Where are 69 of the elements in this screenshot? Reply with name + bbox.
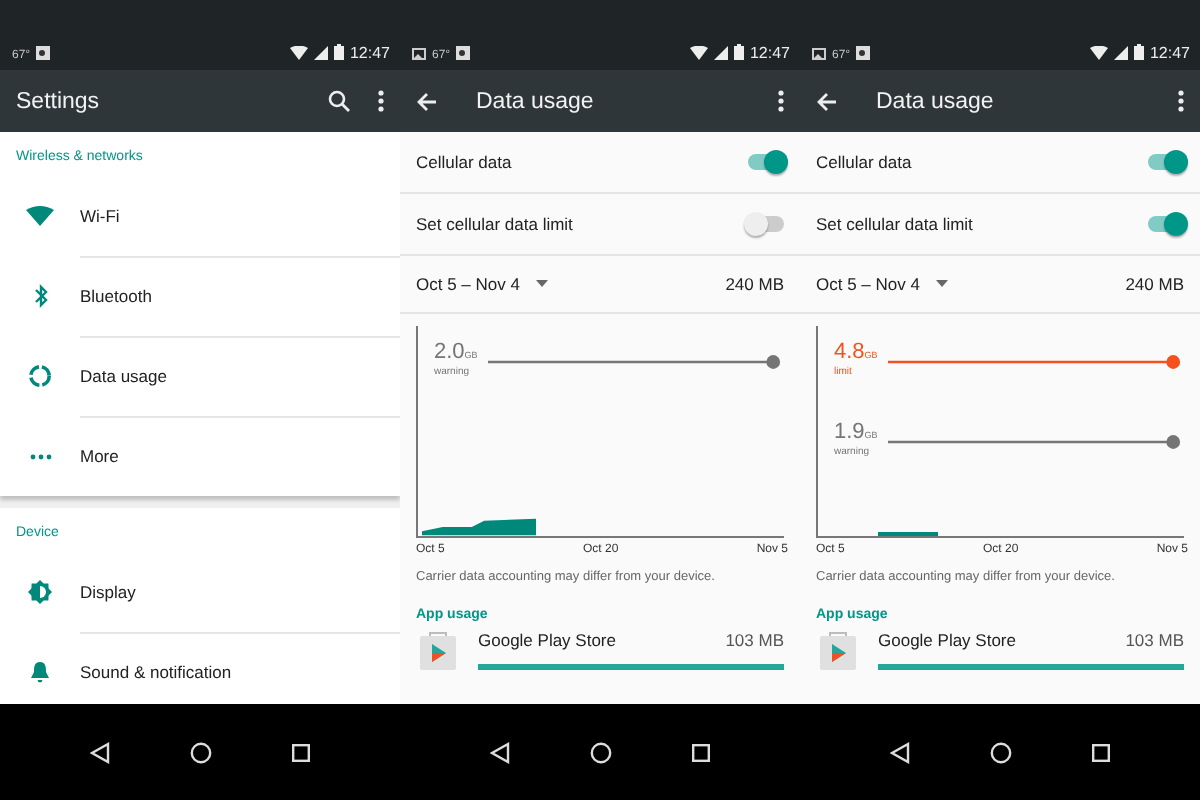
settings-item[interactable]: Sound & notification xyxy=(0,632,400,704)
signal-icon xyxy=(313,46,328,60)
bell-icon xyxy=(30,660,50,684)
more-options-icon[interactable] xyxy=(778,90,784,112)
search-icon[interactable] xyxy=(328,90,350,112)
wifi-icon xyxy=(1089,46,1108,60)
more-options-icon[interactable] xyxy=(1178,90,1184,112)
battery-icon xyxy=(333,44,344,60)
screen-title: Data usage xyxy=(876,89,996,113)
setting-label: Cellular data xyxy=(816,152,914,172)
more-options-icon[interactable] xyxy=(378,90,384,112)
app-usage-item[interactable]: Google Play Store 103 MB xyxy=(816,628,1184,672)
image-icon xyxy=(812,48,826,60)
battery-icon xyxy=(1133,44,1144,60)
usage-area-drawing xyxy=(422,518,536,536)
toggle-switch[interactable] xyxy=(1148,154,1184,170)
limit-line[interactable] xyxy=(888,354,1184,370)
more-icon xyxy=(29,453,51,459)
setting-label: Set cellular data limit xyxy=(816,214,975,234)
total-usage-text: 240 MB xyxy=(725,274,784,294)
back-arrow-icon[interactable] xyxy=(816,91,838,111)
bluetooth-icon xyxy=(33,284,47,308)
clock-text: 12:47 xyxy=(349,44,390,62)
back-icon[interactable] xyxy=(90,741,110,763)
recents-icon[interactable] xyxy=(1092,743,1110,761)
setting-label: Set cellular data limit xyxy=(416,214,575,234)
brightness-icon xyxy=(28,580,52,604)
shopping-bag-icon xyxy=(416,628,460,672)
notification-icon xyxy=(36,46,51,60)
recents-icon[interactable] xyxy=(692,743,710,761)
setting-label: Cellular data xyxy=(416,152,514,172)
clock-text: 12:47 xyxy=(1149,44,1190,62)
period-dropdown[interactable]: Oct 5 – Nov 4 xyxy=(816,274,1126,294)
toggle-switch[interactable] xyxy=(1148,216,1184,232)
dropdown-caret-icon[interactable] xyxy=(535,280,548,288)
home-icon[interactable] xyxy=(990,741,1012,763)
image-icon xyxy=(412,48,426,60)
signal-icon xyxy=(713,46,728,60)
period-dropdown[interactable]: Oct 5 – Nov 4 xyxy=(416,274,726,294)
back-arrow-icon[interactable] xyxy=(416,91,438,111)
home-icon[interactable] xyxy=(590,741,612,763)
settings-item[interactable]: More xyxy=(0,416,400,496)
screen-title: Data usage xyxy=(476,89,596,113)
app-name: Google Play Store xyxy=(478,630,616,650)
app-name: Google Play Store xyxy=(878,630,1016,650)
wifi-icon xyxy=(689,46,708,60)
app-data-size: 103 MB xyxy=(1125,630,1184,650)
notification-icon xyxy=(456,46,471,60)
wifi-icon xyxy=(289,46,308,60)
dropdown-caret-icon[interactable] xyxy=(935,280,948,288)
notification-icon xyxy=(856,46,871,60)
warning-line[interactable] xyxy=(888,434,1184,450)
warning-line[interactable] xyxy=(488,354,784,370)
back-icon[interactable] xyxy=(490,741,510,763)
clock-text: 12:47 xyxy=(749,44,790,62)
back-icon[interactable] xyxy=(890,741,910,763)
toggle-switch[interactable] xyxy=(748,154,784,170)
toggle-switch[interactable] xyxy=(748,216,784,232)
shopping-bag-icon xyxy=(816,628,860,672)
signal-icon xyxy=(1113,46,1128,60)
app-usage-item[interactable]: Google Play Store 103 MB xyxy=(416,628,784,672)
home-icon[interactable] xyxy=(190,741,212,763)
recents-icon[interactable] xyxy=(292,743,310,761)
wifi-icon xyxy=(26,206,54,226)
data-usage-icon xyxy=(28,364,52,388)
total-usage-text: 240 MB xyxy=(1125,274,1184,294)
screen-title: Settings xyxy=(16,89,102,113)
battery-icon xyxy=(733,44,744,60)
app-data-size: 103 MB xyxy=(725,630,784,650)
